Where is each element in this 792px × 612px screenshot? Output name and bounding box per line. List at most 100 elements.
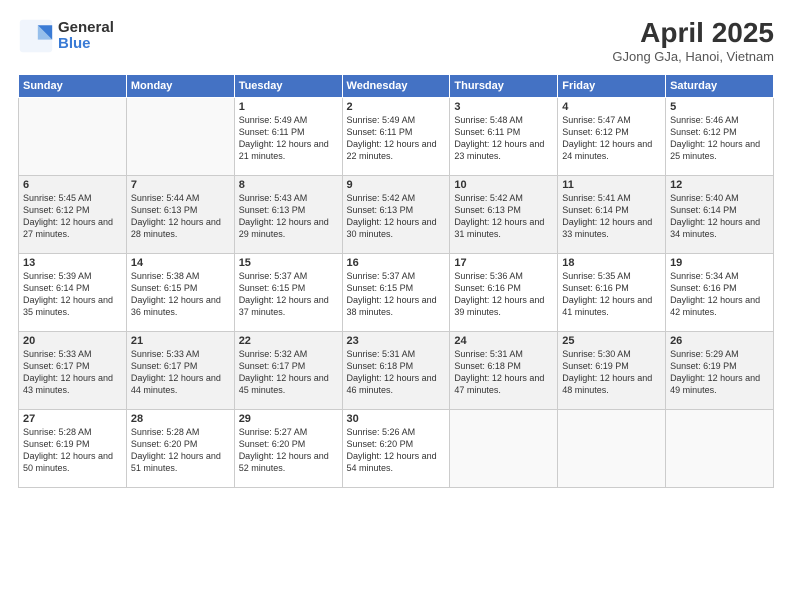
day-info: Sunrise: 5:35 AM Sunset: 6:16 PM Dayligh… [562,270,661,319]
day-info: Sunrise: 5:45 AM Sunset: 6:12 PM Dayligh… [23,192,122,241]
col-saturday: Saturday [666,74,774,97]
day-number: 20 [23,335,122,347]
day-info: Sunrise: 5:37 AM Sunset: 6:15 PM Dayligh… [239,270,338,319]
day-number: 2 [347,101,446,113]
table-row: 19Sunrise: 5:34 AM Sunset: 6:16 PM Dayli… [666,253,774,331]
table-row: 8Sunrise: 5:43 AM Sunset: 6:13 PM Daylig… [234,175,342,253]
table-row: 4Sunrise: 5:47 AM Sunset: 6:12 PM Daylig… [558,97,666,175]
day-number: 7 [131,179,230,191]
table-row: 9Sunrise: 5:42 AM Sunset: 6:13 PM Daylig… [342,175,450,253]
day-number: 3 [454,101,553,113]
table-row [666,409,774,487]
day-info: Sunrise: 5:46 AM Sunset: 6:12 PM Dayligh… [670,114,769,163]
table-row: 2Sunrise: 5:49 AM Sunset: 6:11 PM Daylig… [342,97,450,175]
day-number: 29 [239,413,338,425]
col-sunday: Sunday [19,74,127,97]
day-number: 15 [239,257,338,269]
table-row: 16Sunrise: 5:37 AM Sunset: 6:15 PM Dayli… [342,253,450,331]
calendar-week-row: 20Sunrise: 5:33 AM Sunset: 6:17 PM Dayli… [19,331,774,409]
col-tuesday: Tuesday [234,74,342,97]
calendar-header-row: Sunday Monday Tuesday Wednesday Thursday… [19,74,774,97]
table-row: 13Sunrise: 5:39 AM Sunset: 6:14 PM Dayli… [19,253,127,331]
table-row: 21Sunrise: 5:33 AM Sunset: 6:17 PM Dayli… [126,331,234,409]
day-info: Sunrise: 5:48 AM Sunset: 6:11 PM Dayligh… [454,114,553,163]
header: General Blue April 2025 GJong GJa, Hanoi… [18,18,774,64]
day-info: Sunrise: 5:49 AM Sunset: 6:11 PM Dayligh… [239,114,338,163]
table-row: 15Sunrise: 5:37 AM Sunset: 6:15 PM Dayli… [234,253,342,331]
day-info: Sunrise: 5:30 AM Sunset: 6:19 PM Dayligh… [562,348,661,397]
table-row: 20Sunrise: 5:33 AM Sunset: 6:17 PM Dayli… [19,331,127,409]
table-row: 24Sunrise: 5:31 AM Sunset: 6:18 PM Dayli… [450,331,558,409]
col-thursday: Thursday [450,74,558,97]
day-info: Sunrise: 5:33 AM Sunset: 6:17 PM Dayligh… [23,348,122,397]
logo-blue-label: Blue [58,36,114,53]
calendar-week-row: 13Sunrise: 5:39 AM Sunset: 6:14 PM Dayli… [19,253,774,331]
table-row: 27Sunrise: 5:28 AM Sunset: 6:19 PM Dayli… [19,409,127,487]
table-row [450,409,558,487]
table-row: 6Sunrise: 5:45 AM Sunset: 6:12 PM Daylig… [19,175,127,253]
day-number: 17 [454,257,553,269]
title-block: April 2025 GJong GJa, Hanoi, Vietnam [612,18,774,64]
table-row: 10Sunrise: 5:42 AM Sunset: 6:13 PM Dayli… [450,175,558,253]
day-number: 25 [562,335,661,347]
day-info: Sunrise: 5:38 AM Sunset: 6:15 PM Dayligh… [131,270,230,319]
calendar: Sunday Monday Tuesday Wednesday Thursday… [18,74,774,488]
table-row: 12Sunrise: 5:40 AM Sunset: 6:14 PM Dayli… [666,175,774,253]
subtitle: GJong GJa, Hanoi, Vietnam [612,49,774,64]
day-info: Sunrise: 5:31 AM Sunset: 6:18 PM Dayligh… [454,348,553,397]
day-number: 30 [347,413,446,425]
table-row: 14Sunrise: 5:38 AM Sunset: 6:15 PM Dayli… [126,253,234,331]
day-number: 18 [562,257,661,269]
day-info: Sunrise: 5:40 AM Sunset: 6:14 PM Dayligh… [670,192,769,241]
day-number: 1 [239,101,338,113]
table-row [558,409,666,487]
col-wednesday: Wednesday [342,74,450,97]
day-info: Sunrise: 5:43 AM Sunset: 6:13 PM Dayligh… [239,192,338,241]
day-info: Sunrise: 5:28 AM Sunset: 6:19 PM Dayligh… [23,426,122,475]
table-row: 11Sunrise: 5:41 AM Sunset: 6:14 PM Dayli… [558,175,666,253]
day-number: 13 [23,257,122,269]
day-info: Sunrise: 5:47 AM Sunset: 6:12 PM Dayligh… [562,114,661,163]
day-number: 6 [23,179,122,191]
day-info: Sunrise: 5:34 AM Sunset: 6:16 PM Dayligh… [670,270,769,319]
day-info: Sunrise: 5:42 AM Sunset: 6:13 PM Dayligh… [347,192,446,241]
day-number: 23 [347,335,446,347]
day-number: 5 [670,101,769,113]
day-number: 22 [239,335,338,347]
table-row: 25Sunrise: 5:30 AM Sunset: 6:19 PM Dayli… [558,331,666,409]
day-info: Sunrise: 5:28 AM Sunset: 6:20 PM Dayligh… [131,426,230,475]
day-number: 4 [562,101,661,113]
table-row: 5Sunrise: 5:46 AM Sunset: 6:12 PM Daylig… [666,97,774,175]
main-title: April 2025 [612,18,774,49]
day-info: Sunrise: 5:44 AM Sunset: 6:13 PM Dayligh… [131,192,230,241]
day-number: 21 [131,335,230,347]
table-row: 17Sunrise: 5:36 AM Sunset: 6:16 PM Dayli… [450,253,558,331]
day-info: Sunrise: 5:27 AM Sunset: 6:20 PM Dayligh… [239,426,338,475]
table-row: 3Sunrise: 5:48 AM Sunset: 6:11 PM Daylig… [450,97,558,175]
day-info: Sunrise: 5:31 AM Sunset: 6:18 PM Dayligh… [347,348,446,397]
day-info: Sunrise: 5:37 AM Sunset: 6:15 PM Dayligh… [347,270,446,319]
col-monday: Monday [126,74,234,97]
table-row: 22Sunrise: 5:32 AM Sunset: 6:17 PM Dayli… [234,331,342,409]
day-number: 28 [131,413,230,425]
day-number: 19 [670,257,769,269]
day-info: Sunrise: 5:26 AM Sunset: 6:20 PM Dayligh… [347,426,446,475]
table-row: 29Sunrise: 5:27 AM Sunset: 6:20 PM Dayli… [234,409,342,487]
day-number: 11 [562,179,661,191]
day-number: 27 [23,413,122,425]
table-row: 26Sunrise: 5:29 AM Sunset: 6:19 PM Dayli… [666,331,774,409]
day-info: Sunrise: 5:41 AM Sunset: 6:14 PM Dayligh… [562,192,661,241]
table-row: 1Sunrise: 5:49 AM Sunset: 6:11 PM Daylig… [234,97,342,175]
calendar-week-row: 27Sunrise: 5:28 AM Sunset: 6:19 PM Dayli… [19,409,774,487]
day-info: Sunrise: 5:39 AM Sunset: 6:14 PM Dayligh… [23,270,122,319]
day-number: 24 [454,335,553,347]
calendar-week-row: 1Sunrise: 5:49 AM Sunset: 6:11 PM Daylig… [19,97,774,175]
day-number: 10 [454,179,553,191]
table-row [126,97,234,175]
table-row: 7Sunrise: 5:44 AM Sunset: 6:13 PM Daylig… [126,175,234,253]
page: General Blue April 2025 GJong GJa, Hanoi… [0,0,792,612]
day-info: Sunrise: 5:33 AM Sunset: 6:17 PM Dayligh… [131,348,230,397]
day-number: 16 [347,257,446,269]
day-number: 8 [239,179,338,191]
logo-icon [18,18,54,54]
